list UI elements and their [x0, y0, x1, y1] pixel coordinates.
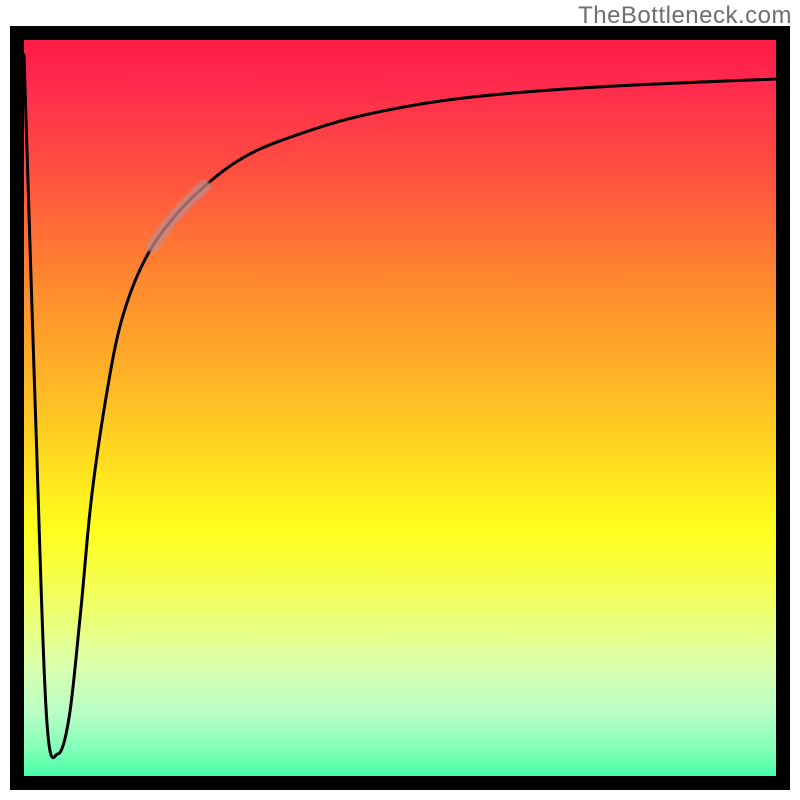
bottleneck-curve — [24, 55, 776, 758]
chart-container: TheBottleneck.com — [0, 0, 800, 800]
curve-svg — [10, 26, 790, 790]
curve-highlight-inner — [153, 186, 205, 246]
plot-area — [10, 26, 790, 790]
watermark-text: TheBottleneck.com — [578, 2, 792, 30]
